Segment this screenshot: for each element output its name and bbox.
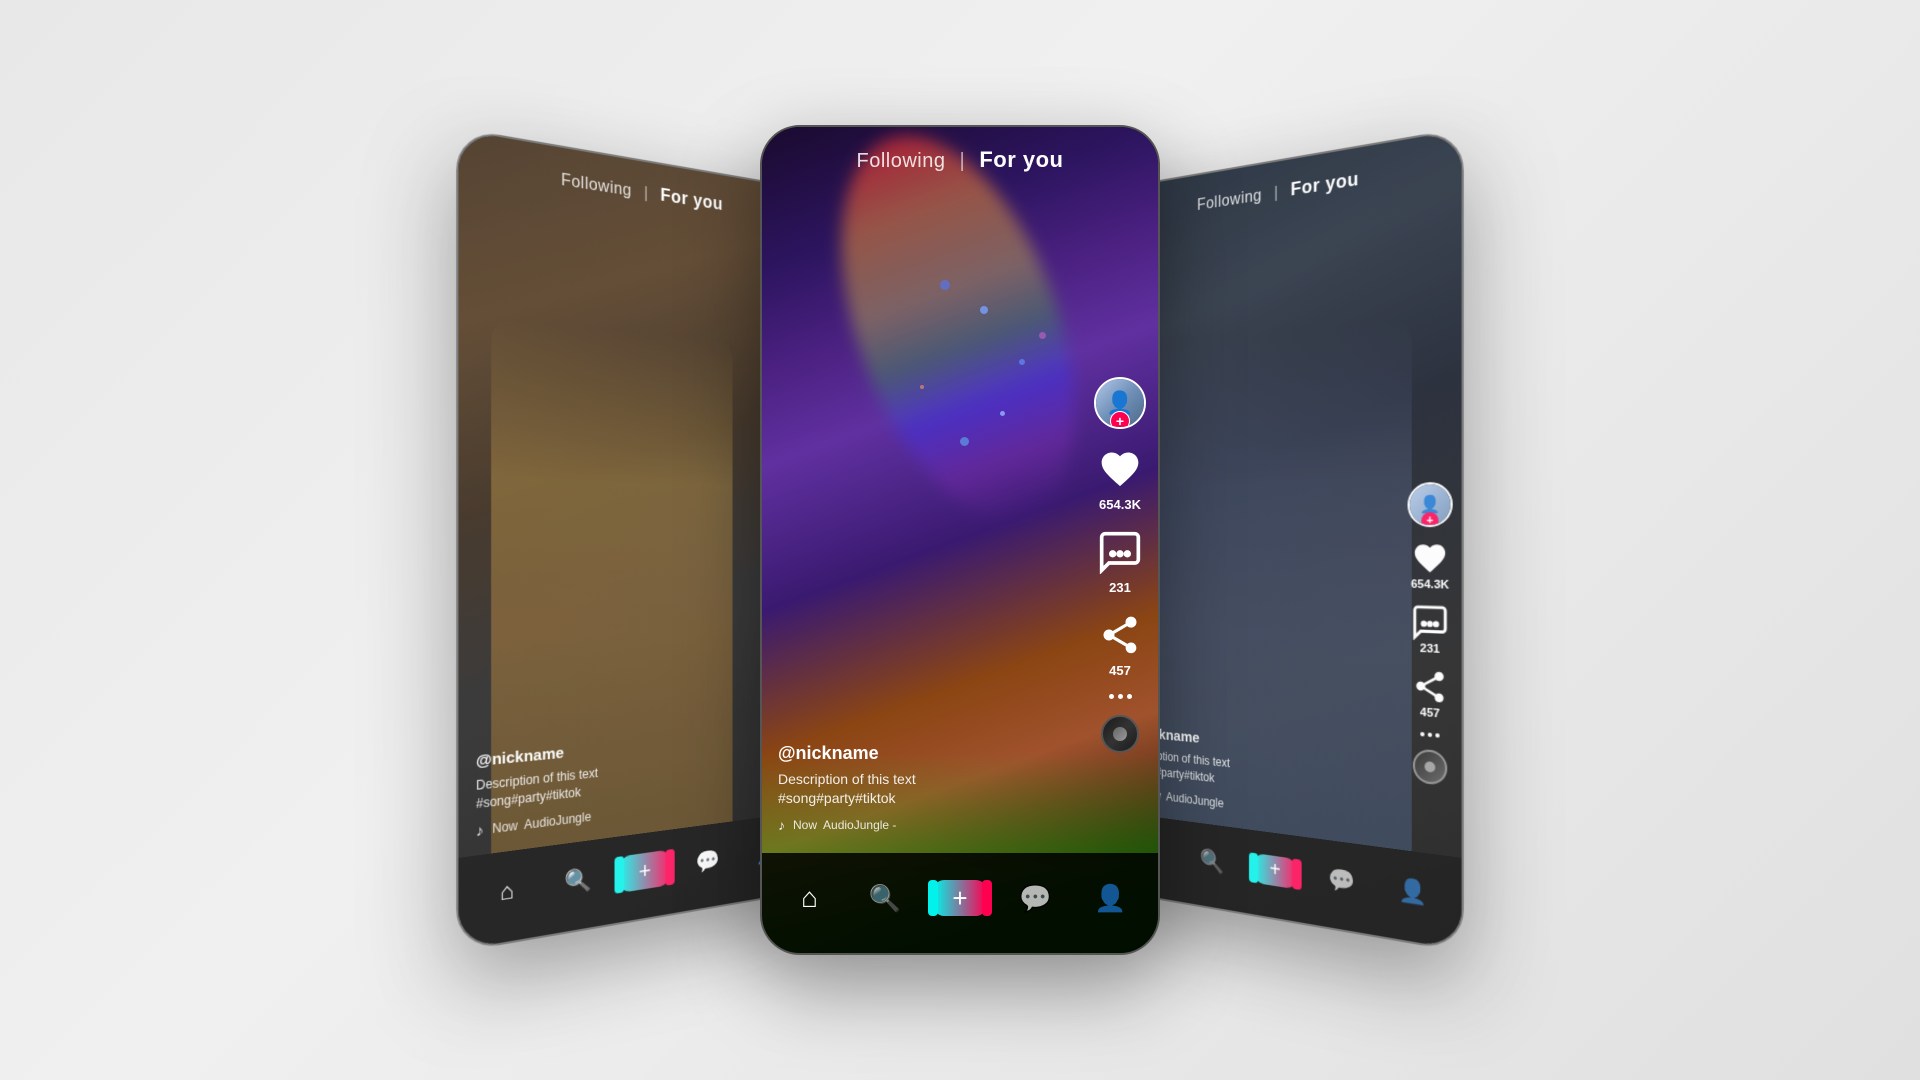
phones-container: Following | For you 👤 + [410,40,1510,1040]
right-like-btn[interactable]: 654.3K [1411,540,1449,592]
right-comment-icon [1412,604,1449,642]
right-plus-button[interactable]: + [1255,853,1296,889]
phone-left: Following | For you 👤 + [456,127,806,952]
right-music-disc-btn[interactable] [1413,748,1447,786]
center-for-you-label: For you [979,147,1063,172]
center-nav-plus[interactable]: + [922,880,997,916]
center-profile-icon: 👤 [1094,883,1126,914]
center-comment-btn[interactable]: 231 [1096,528,1144,595]
center-phone-header: Following | For you [762,127,1158,183]
right-phone-header: Following | For you [1116,130,1462,237]
right-nav-plus[interactable]: + [1243,851,1308,891]
right-music-disc-icon [1413,748,1447,786]
left-home-icon: ⌂ [500,876,514,906]
center-follow-badge[interactable]: + [1110,411,1130,429]
center-bottom-nav: ⌂ 🔍 + 💬 👤 [762,853,1158,953]
center-home-icon: ⌂ [801,882,818,914]
right-comment-btn[interactable]: 231 [1412,604,1449,657]
right-nav-profile[interactable]: 👤 [1377,872,1450,911]
center-share-count: 457 [1109,663,1131,678]
center-share-icon [1096,611,1144,659]
right-heart-icon [1412,540,1449,577]
center-divider: | [960,150,966,172]
center-nav-search[interactable]: 🔍 [847,883,922,914]
left-phone-header: Following | For you [458,130,804,237]
right-profile-icon: 👤 [1399,875,1428,907]
left-for-you-label: For you [660,185,723,214]
right-following-label: Following [1197,187,1262,214]
center-heart-icon [1096,445,1144,493]
center-more-btn[interactable] [1109,694,1132,699]
center-following-label: Following [857,150,946,172]
left-nav-home[interactable]: ⌂ [469,872,542,911]
center-share-btn[interactable]: 457 [1096,611,1144,678]
center-comment-icon [1096,528,1144,576]
center-like-count: 654.3K [1099,497,1141,512]
left-messages-icon: 💬 [696,847,720,876]
left-following-label: Following [561,171,632,200]
left-divider: | [644,185,648,203]
center-nav-messages[interactable]: 💬 [998,883,1073,914]
center-messages-icon: 💬 [1019,883,1051,914]
center-username: @nickname [778,743,1078,764]
phone-center: Following | For you 👤 + [760,125,1160,955]
center-music-disc-icon [1101,715,1139,753]
left-nav-messages[interactable]: 💬 [677,844,738,878]
right-divider: | [1274,184,1278,202]
center-nav-profile[interactable]: 👤 [1073,883,1148,914]
left-nav-search[interactable]: 🔍 [543,862,612,899]
center-comment-count: 231 [1109,580,1131,595]
right-messages-icon: 💬 [1328,865,1355,896]
center-more-icon [1109,694,1132,699]
right-share-btn[interactable]: 457 [1412,667,1449,721]
right-header-text: Following | For you [1197,168,1359,215]
center-nav-home[interactable]: ⌂ [772,882,847,914]
left-header-text: Following | For you [561,168,723,215]
right-comment-count: 231 [1420,642,1440,656]
right-share-icon [1412,667,1449,706]
left-music-note-icon: ♪ [476,821,484,839]
center-plus-button[interactable]: + [934,880,986,916]
center-like-btn[interactable]: 654.3K [1096,445,1144,512]
right-like-count: 654.3K [1411,578,1449,592]
center-music-bar: ♪ Now AudioJungle - [778,817,1078,833]
phone-right: Following | For you 👤 + 654.3K [1114,127,1464,952]
right-more-btn[interactable] [1420,732,1439,738]
center-side-actions: 👤 + 654.3K [1094,377,1146,753]
right-side-actions: 👤 + 654.3K 231 [1408,482,1453,787]
right-avatar-btn[interactable]: 👤 + [1408,482,1453,528]
left-nav-plus[interactable]: + [612,848,677,894]
center-description: Description of this text#song#party#tikt… [778,770,1078,809]
left-plus-button[interactable]: + [620,849,669,892]
center-avatar-btn[interactable]: 👤 + [1094,377,1146,429]
right-search-icon: 🔍 [1200,847,1224,876]
right-nav-search[interactable]: 🔍 [1182,844,1243,878]
center-header-text: Following | For you [857,147,1064,173]
right-more-icon [1420,732,1439,738]
center-music-disc-btn[interactable] [1101,715,1139,753]
right-share-count: 457 [1420,706,1440,720]
center-bottom-info: @nickname Description of this text#song#… [778,743,1078,833]
center-search-icon: 🔍 [869,883,901,914]
right-nav-messages[interactable]: 💬 [1308,862,1377,899]
center-music-note-icon: ♪ [778,817,785,833]
center-music-source: Now AudioJungle - [793,818,896,832]
right-follow-badge[interactable]: + [1421,512,1438,527]
right-for-you-label: For you [1291,168,1359,199]
left-search-icon: 🔍 [564,865,591,896]
